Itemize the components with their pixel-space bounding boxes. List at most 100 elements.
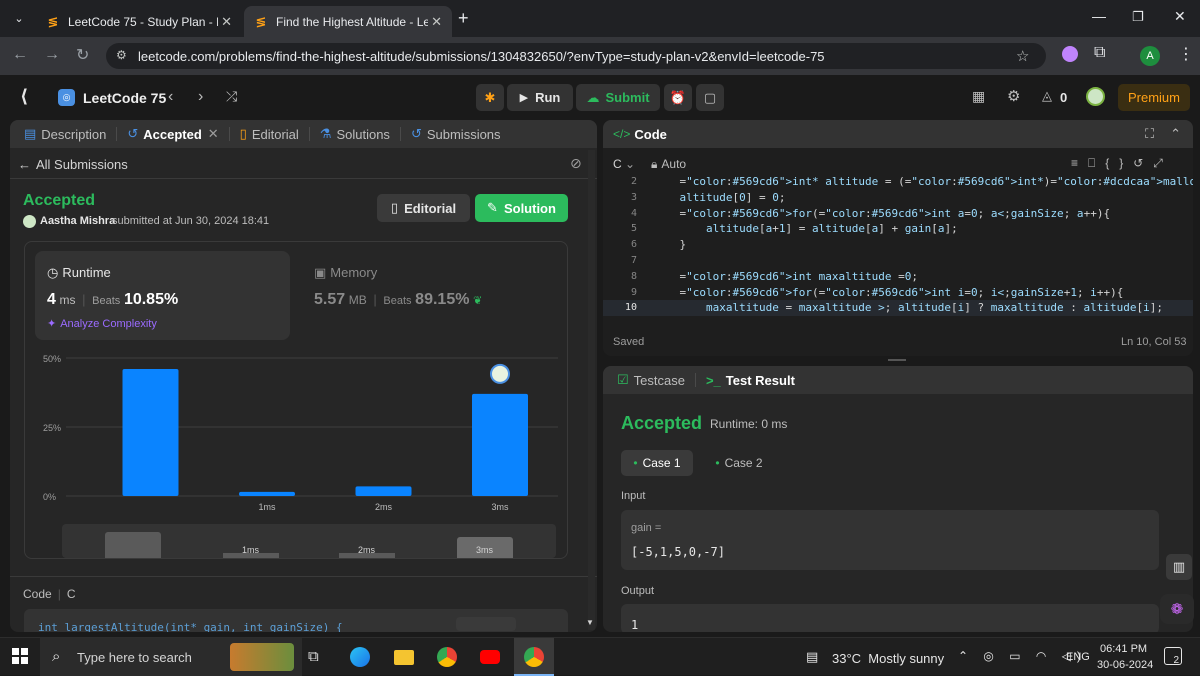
settings-icon[interactable]: ⚙ xyxy=(1007,87,1020,105)
tab-submissions[interactable]: ↺ Submissions xyxy=(407,126,505,142)
restore-icon[interactable]: ❐ xyxy=(1132,9,1144,25)
coins-count: 0 xyxy=(1060,90,1068,105)
line-number: 3 xyxy=(630,191,637,203)
edge-browser-icon[interactable] xyxy=(350,647,370,667)
reset-icon[interactable]: ↺ xyxy=(1133,156,1153,170)
premium-button[interactable]: Premium xyxy=(1118,84,1190,111)
code-line[interactable]: 2 ="color:#569cd6">int* altitude = (="co… xyxy=(603,174,1193,190)
notes-side-button[interactable]: ▥ xyxy=(1166,554,1192,580)
file-explorer-icon[interactable] xyxy=(394,650,414,665)
case-2-tab[interactable]: • Case 2 xyxy=(703,450,775,476)
case-1-tab[interactable]: • Case 1 xyxy=(621,450,693,476)
profile-avatar[interactable]: A xyxy=(1140,46,1160,66)
assistant-brain-icon[interactable]: ❁ xyxy=(1160,594,1194,624)
close-tab-icon[interactable]: ✕ xyxy=(221,14,232,30)
code-area[interactable]: 2 ="color:#569cd6">int* altitude = (="co… xyxy=(603,174,1193,324)
user-avatar[interactable] xyxy=(1086,87,1105,106)
reload-icon[interactable]: ↻ xyxy=(76,45,89,65)
clock-time[interactable]: 06:41 PM xyxy=(1100,643,1147,655)
windows-start-icon[interactable] xyxy=(12,648,28,664)
scrollbar[interactable] xyxy=(588,150,595,630)
url-bar[interactable]: ⚙ leetcode.com/problems/find-the-highest… xyxy=(106,43,1046,69)
submitter-name[interactable]: Aastha Mishra xyxy=(40,215,115,227)
extensions-puzzle-icon[interactable]: ⧉ xyxy=(1094,44,1105,62)
youtube-icon[interactable] xyxy=(480,650,500,664)
bookmark-icon[interactable]: ⎕ xyxy=(1088,156,1105,170)
weather-icon[interactable]: ▤ xyxy=(806,649,818,665)
close-tab-icon[interactable]: ✕ xyxy=(431,14,442,30)
bookmark-star-icon[interactable]: ☆ xyxy=(1016,47,1029,65)
chrome-profile-active-icon[interactable] xyxy=(514,638,554,676)
timer-button[interactable]: ⏰ xyxy=(664,84,692,111)
run-button[interactable]: ▶ Run xyxy=(507,84,573,111)
tab-accepted[interactable]: ↺ Accepted ✕ xyxy=(123,126,222,142)
share-link-icon[interactable]: ⊘ xyxy=(570,155,582,172)
notes-button[interactable]: ▢ xyxy=(696,84,724,111)
solution-button[interactable]: ✎ Solution xyxy=(475,194,568,222)
fullscreen-icon[interactable]: ⤢ xyxy=(1153,156,1173,170)
scroll-down-icon[interactable]: ▼ xyxy=(586,618,594,627)
new-tab-icon[interactable]: + xyxy=(458,8,469,29)
chrome-icon[interactable] xyxy=(437,647,457,667)
language-select[interactable]: C ⌄ xyxy=(613,157,635,171)
code-line[interactable]: 3 altitude[0] = 0; xyxy=(603,190,1193,206)
streak-fire-icon[interactable]: ◬ xyxy=(1042,88,1052,104)
forward-icon[interactable]: → xyxy=(44,46,60,64)
tab-test-result[interactable]: >_ Test Result xyxy=(702,373,799,388)
copy-code-button[interactable] xyxy=(456,617,516,631)
submission-panel: ▤ Description ↺ Accepted ✕ ▯ Editorial ⚗ Solu… xyxy=(10,120,597,632)
code-line[interactable]: 4 ="color:#569cd6">for(="color:#569cd6">… xyxy=(603,206,1193,222)
browser-tab-active[interactable]: ≶ Find the Highest Altitude - Leet ✕ xyxy=(244,6,452,37)
input-language[interactable]: ENG xyxy=(1066,651,1090,663)
analyze-complexity-link[interactable]: ✦ Analyze Complexity xyxy=(47,317,157,330)
clock-icon: ◷ xyxy=(47,265,59,280)
browser-menu-icon[interactable]: ⋮ xyxy=(1178,44,1194,64)
tab-description[interactable]: ▤ Description xyxy=(20,126,110,142)
test-result-panel: ☑ Testcase >_ Test Result Accepted Runtime… xyxy=(603,366,1193,632)
layout-icon[interactable]: ▦ xyxy=(972,88,985,105)
code-line[interactable]: 10 maxaltitude = maxaltitude >; altitude… xyxy=(603,300,1193,317)
code-line[interactable]: 6 } xyxy=(603,237,1193,253)
notification-center-icon[interactable]: 2 xyxy=(1164,647,1182,666)
panel-resize-handle[interactable] xyxy=(888,359,906,361)
runtime-card[interactable]: ◷ Runtime 4 ms | Beats 10.85% ✦ Analyze Co… xyxy=(35,251,290,340)
browser-tab[interactable]: ≶ LeetCode 75 - Study Plan - Leet ✕ xyxy=(36,6,242,37)
all-submissions-link[interactable]: ← All Submissions xyxy=(18,157,128,172)
next-problem-icon[interactable]: › xyxy=(198,88,203,106)
extension-icon[interactable] xyxy=(1062,46,1078,62)
close-window-icon[interactable]: ✕ xyxy=(1174,8,1186,25)
leetcode-logo-icon[interactable]: ⟨ xyxy=(20,86,28,107)
autocomplete-mode[interactable]: 🔒︎ Auto xyxy=(651,157,686,172)
site-info-icon[interactable]: ⚙ xyxy=(116,48,127,62)
submit-button[interactable]: ☁ Submit xyxy=(576,84,660,111)
divider-line xyxy=(10,178,597,179)
maximize-icon[interactable]: ⛶ xyxy=(1145,126,1154,142)
clock-date[interactable]: 30-06-2024 xyxy=(1097,659,1153,671)
code-line[interactable]: 7 xyxy=(603,253,1193,269)
taskbar-search-box[interactable]: ⌕ Type here to search xyxy=(40,638,302,676)
range-selector[interactable]: 1ms 2ms 3ms xyxy=(62,524,556,558)
tab-testcase[interactable]: ☑ Testcase xyxy=(613,372,689,388)
debug-button[interactable]: ✱ xyxy=(476,84,504,111)
tab-search-button[interactable]: ⌄ xyxy=(8,8,30,28)
memory-card[interactable]: ▣ Memory 5.57 MB | Beats 89.15% ❦ xyxy=(302,251,557,340)
collapse-icon[interactable]: ⌃ xyxy=(1170,126,1181,142)
minimize-icon[interactable]: — xyxy=(1092,8,1106,24)
code-line[interactable]: 9 ="color:#569cd6">for(="color:#569cd6">… xyxy=(603,285,1193,301)
code-line[interactable]: 8 ="color:#569cd6">int maxaltitude =0; xyxy=(603,269,1193,285)
divider xyxy=(308,127,310,141)
study-plan-title[interactable]: LeetCode 75 xyxy=(83,90,166,106)
study-plan-icon[interactable]: ◎ xyxy=(58,89,75,106)
tab-solutions[interactable]: ⚗ Solutions xyxy=(316,126,394,142)
editorial-button[interactable]: ▯ Editorial xyxy=(377,194,470,222)
format-icon[interactable]: ≡ xyxy=(1071,156,1088,170)
shuffle-icon[interactable]: ⤮ xyxy=(226,88,237,105)
close-tab-icon[interactable]: ✕ xyxy=(208,126,219,142)
back-icon[interactable]: ← xyxy=(12,46,28,64)
weather-text[interactable]: 33°C Mostly sunny xyxy=(832,651,944,666)
task-view-icon[interactable]: ⧉ xyxy=(308,648,319,665)
tab-editorial[interactable]: ▯ Editorial xyxy=(236,126,303,142)
braces-icon[interactable]: {} xyxy=(1105,156,1133,170)
code-line[interactable]: 5 altitude[a+1] = altitude[a] + gain[a]; xyxy=(603,221,1193,237)
prev-problem-icon[interactable]: ‹ xyxy=(168,88,173,106)
